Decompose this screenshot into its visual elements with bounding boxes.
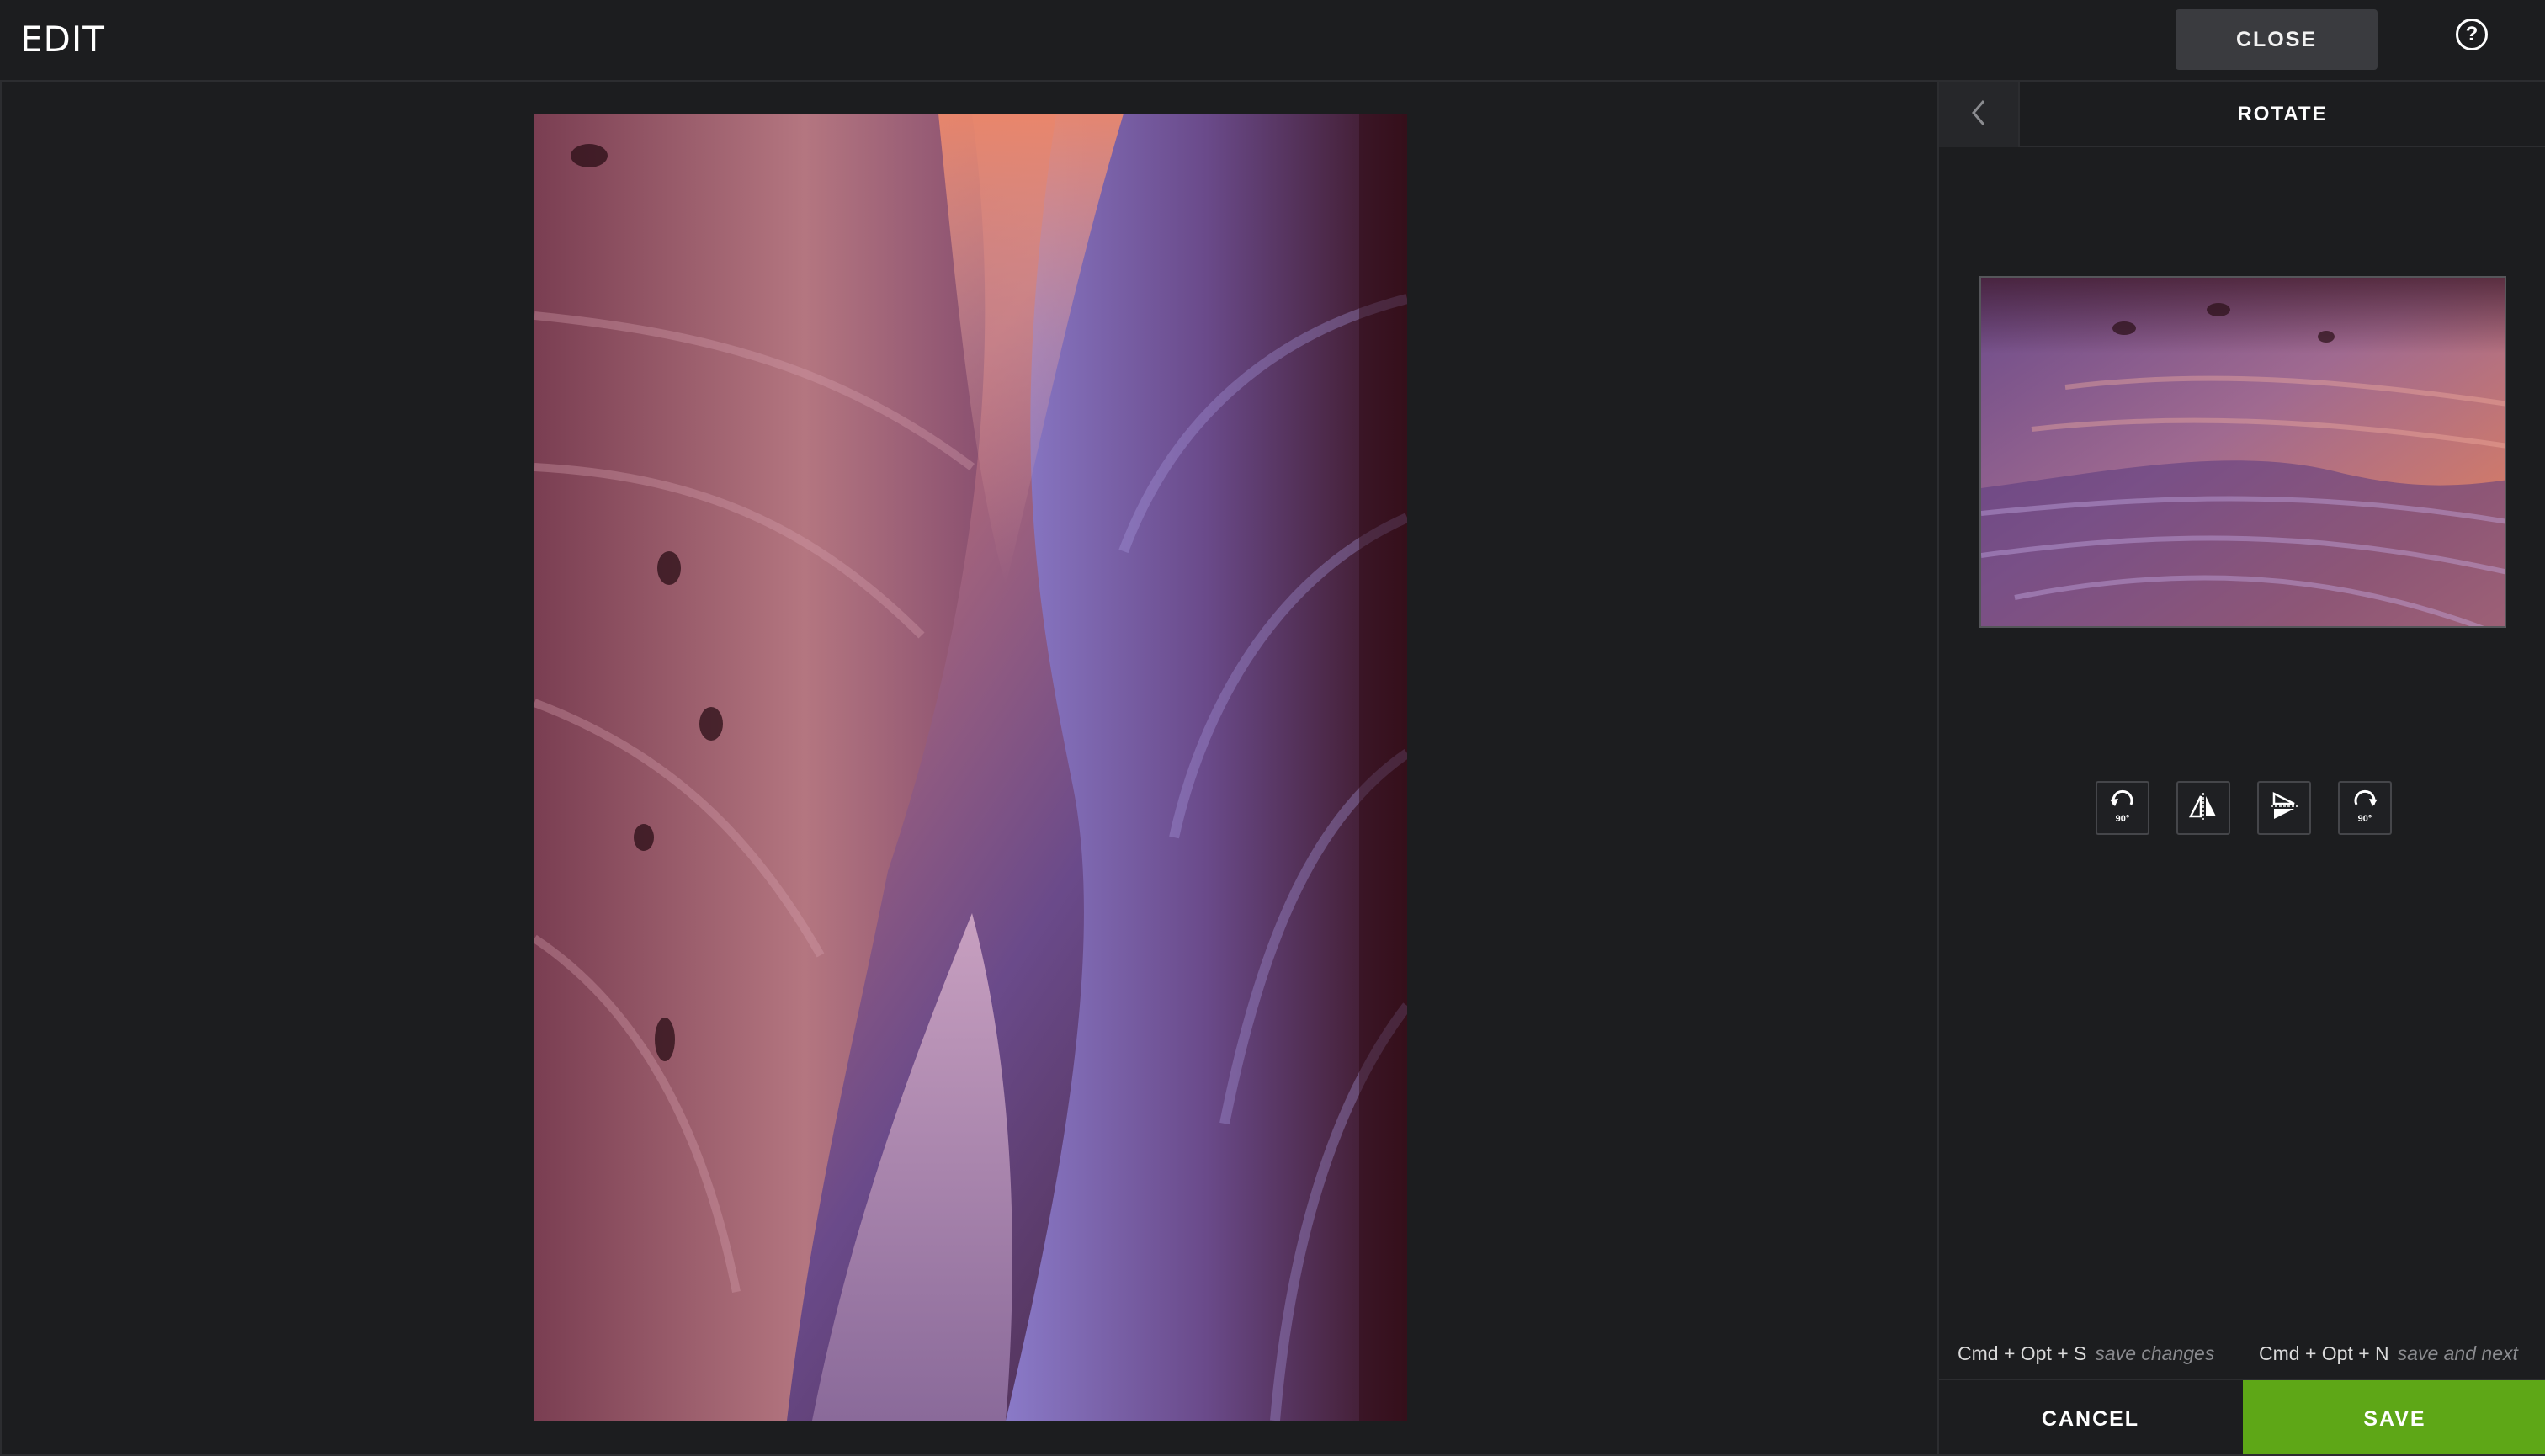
rotated-preview — [1979, 276, 2506, 628]
top-bar: EDIT CLOSE ? — [0, 0, 2545, 82]
rotate-panel: ROTATE 90° 90° Cmd + Opt + S save change… — [1937, 82, 2545, 1456]
flip-horizontal-icon — [2186, 789, 2220, 827]
chevron-left-icon — [1970, 99, 1987, 130]
flip-vertical-button[interactable] — [2257, 781, 2311, 835]
flip-horizontal-button[interactable] — [2176, 781, 2230, 835]
panel-header: ROTATE — [1939, 82, 2545, 147]
rotate-right-label: 90° — [2358, 814, 2372, 823]
rotate-left-label: 90° — [2116, 814, 2130, 823]
rotate-left-button[interactable]: 90° — [2096, 781, 2149, 835]
shortcut-next-keys: Cmd + Opt + N — [2259, 1342, 2389, 1364]
editor-window: EDIT CLOSE ? ROTATE 90° 90° Cmd + Opt + … — [0, 0, 2545, 1456]
question-circle-icon[interactable]: ? — [2456, 19, 2488, 50]
shortcut-save-next: Cmd + Opt + N save and next — [2259, 1342, 2518, 1365]
cancel-button[interactable]: CANCEL — [1939, 1380, 2242, 1456]
rotate-right-button[interactable]: 90° — [2338, 781, 2392, 835]
editor-canvas — [0, 82, 1937, 1456]
panel-title: ROTATE — [2237, 103, 2328, 125]
rotate-left-90-icon: 90° — [2106, 789, 2139, 827]
back-button[interactable] — [1939, 82, 2020, 147]
panel-footer: CANCEL SAVE — [1939, 1379, 2545, 1456]
main-photo — [534, 114, 1407, 1421]
shortcut-next-desc: save and next — [2397, 1342, 2518, 1364]
flip-vertical-icon — [2267, 789, 2301, 827]
rotate-right-90-icon: 90° — [2348, 789, 2382, 827]
close-button[interactable]: CLOSE — [2176, 9, 2378, 70]
keyboard-shortcuts: Cmd + Opt + S save changes Cmd + Opt + N s… — [1939, 1342, 2545, 1376]
save-button[interactable]: SAVE — [2243, 1380, 2545, 1456]
shortcut-save-desc: save changes — [2095, 1342, 2215, 1364]
page-title: EDIT — [20, 19, 105, 60]
rotate-tools: 90° 90° — [2096, 781, 2392, 835]
shortcut-save-keys: Cmd + Opt + S — [1958, 1342, 2087, 1364]
shortcut-save: Cmd + Opt + S save changes — [1958, 1342, 2214, 1365]
